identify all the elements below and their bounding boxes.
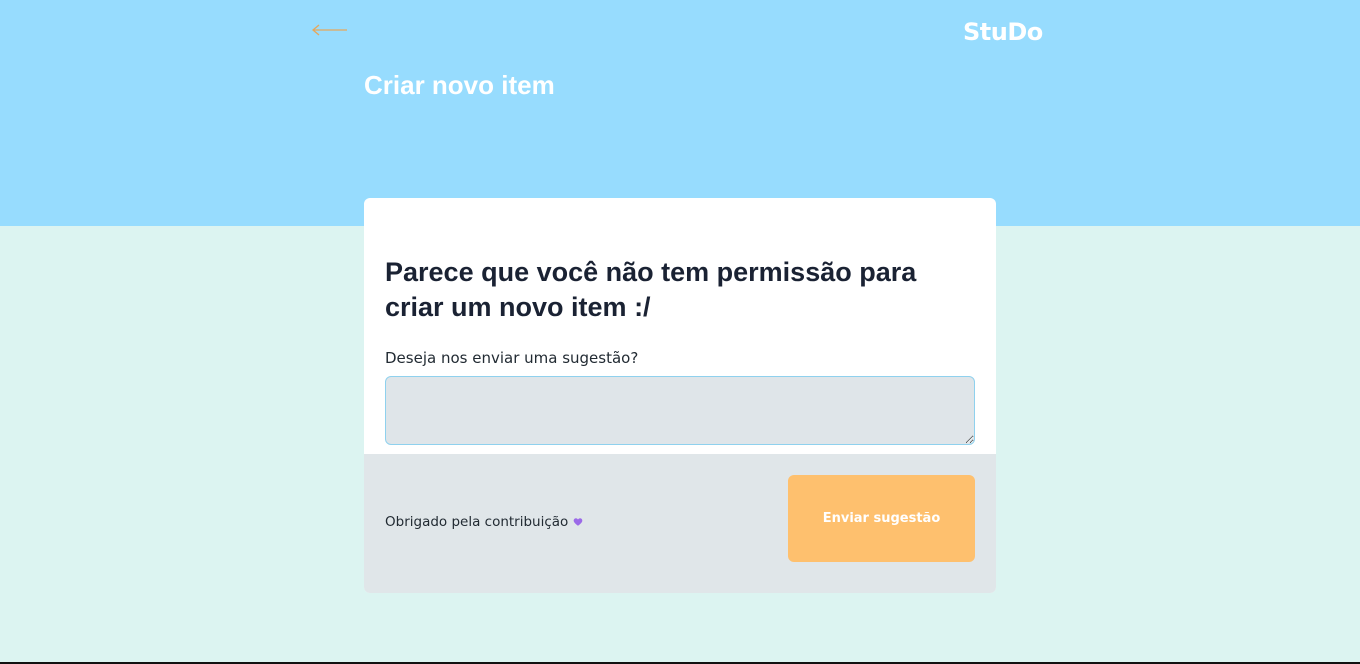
arrow-left-icon <box>311 24 347 36</box>
thanks-message: Obrigado pela contribuição <box>385 514 583 530</box>
permission-card: Parece que você não tem permissão para c… <box>364 198 996 593</box>
brand-logo[interactable]: StuDo <box>963 18 1043 46</box>
card-body: Parece que você não tem permissão para c… <box>364 198 996 457</box>
heart-icon <box>573 518 583 526</box>
suggestion-input[interactable] <box>385 376 975 445</box>
card-footer: Obrigado pela contribuição Enviar sugest… <box>364 454 996 593</box>
header-band <box>0 0 1360 226</box>
page-title: Criar novo item <box>364 70 555 100</box>
send-suggestion-button[interactable]: Enviar sugestão <box>788 475 975 562</box>
permission-message: Parece que você não tem permissão para c… <box>385 257 917 322</box>
thanks-text: Obrigado pela contribuição <box>385 514 569 530</box>
suggestion-label: Deseja nos enviar uma sugestão? <box>385 349 639 367</box>
back-button[interactable] <box>311 20 349 40</box>
